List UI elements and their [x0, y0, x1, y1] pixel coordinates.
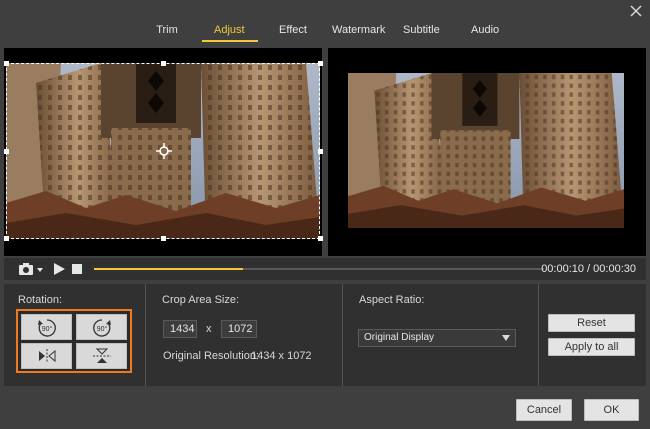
crop-size-separator: x	[206, 323, 212, 335]
crop-handle-bottom-left[interactable]	[4, 236, 9, 241]
crop-handle-bottom-right[interactable]	[318, 236, 323, 241]
rotation-title: Rotation:	[18, 294, 63, 306]
svg-text:90°: 90°	[41, 325, 52, 333]
rotation-panel: Rotation: 90° 90°	[4, 284, 146, 386]
apply-to-all-button[interactable]: Apply to all	[548, 338, 635, 356]
aspect-ratio-selected: Original Display	[364, 332, 435, 343]
rotate-left-button[interactable]: 90°	[21, 314, 72, 340]
stop-icon[interactable]	[72, 264, 82, 274]
active-tab-indicator	[202, 40, 258, 42]
reset-button[interactable]: Reset	[548, 314, 635, 332]
aspect-ratio-select[interactable]: Original Display	[358, 329, 516, 347]
flip-vertical-icon	[92, 348, 111, 363]
ok-button[interactable]: OK	[584, 399, 639, 421]
crop-handle-bottom[interactable]	[161, 236, 166, 241]
cancel-button[interactable]: Cancel	[516, 399, 572, 421]
flip-horizontal-button[interactable]	[21, 343, 72, 369]
close-icon[interactable]	[629, 4, 643, 18]
rotate-right-button[interactable]: 90°	[76, 314, 127, 340]
time-display: 00:00:10 / 00:00:30	[541, 263, 636, 275]
tab-watermark[interactable]: Watermark	[332, 24, 385, 36]
video-frame-output	[348, 73, 624, 228]
source-preview	[4, 48, 323, 256]
crop-handle-top-left[interactable]	[4, 61, 9, 66]
svg-text:90°: 90°	[96, 325, 107, 333]
rotation-buttons: 90° 90°	[16, 309, 132, 373]
tab-audio[interactable]: Audio	[471, 24, 499, 36]
original-resolution-label: Original Resolution:	[163, 350, 259, 362]
rotate-counterclockwise-icon: 90°	[37, 319, 56, 337]
snapshot-camera-icon[interactable]	[18, 263, 44, 275]
crop-center-crosshair-icon[interactable]	[156, 143, 172, 159]
flip-horizontal-icon	[38, 349, 55, 363]
tab-bar: Trim Adjust Effect Watermark Subtitle Au…	[0, 0, 650, 44]
crop-height-input[interactable]: 1072	[221, 320, 257, 338]
adjust-panels: Rotation: 90° 90° Crop Area Size: 1434 x…	[4, 284, 646, 386]
tab-trim[interactable]: Trim	[156, 24, 178, 36]
crop-panel: Crop Area Size: 1434 x 1072 Original Res…	[146, 284, 343, 386]
aspect-ratio-title: Aspect Ratio:	[359, 294, 425, 306]
crop-handle-right[interactable]	[318, 149, 323, 154]
playback-bar: 00:00:10 / 00:00:30	[4, 258, 646, 280]
crop-handle-left[interactable]	[4, 149, 9, 154]
progress-fill	[94, 268, 243, 270]
aspect-ratio-panel: Aspect Ratio: Original Display	[343, 284, 539, 386]
play-icon[interactable]	[52, 262, 66, 276]
rotate-clockwise-icon: 90°	[92, 319, 111, 337]
chevron-down-icon	[502, 335, 510, 341]
crop-handle-top-right[interactable]	[318, 61, 323, 66]
original-resolution-value: 1434 x 1072	[251, 350, 312, 362]
progress-slider[interactable]	[94, 268, 544, 270]
crop-handle-top[interactable]	[161, 61, 166, 66]
tab-adjust[interactable]: Adjust	[214, 24, 245, 36]
crop-width-input[interactable]: 1434	[163, 320, 197, 338]
output-preview	[328, 48, 646, 256]
crop-title: Crop Area Size:	[162, 294, 240, 306]
tab-subtitle[interactable]: Subtitle	[403, 24, 440, 36]
tab-effect[interactable]: Effect	[279, 24, 307, 36]
flip-vertical-button[interactable]	[76, 343, 127, 369]
